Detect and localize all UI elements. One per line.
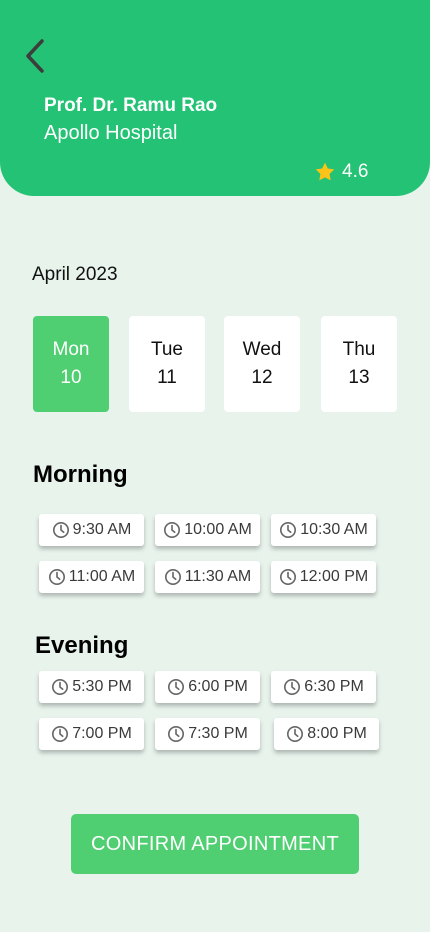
morning-title: Morning — [33, 461, 128, 488]
rating: 4.6 — [314, 161, 368, 183]
clock-icon — [52, 725, 69, 743]
slot-time: 12:00 PM — [299, 568, 369, 585]
clock-icon — [280, 521, 297, 539]
time-slot-evening-5[interactable]: 7:30 PM — [155, 718, 260, 750]
clock-icon — [52, 521, 69, 539]
clock-icon — [287, 725, 304, 743]
date-card-wed[interactable]: Wed 12 — [224, 316, 300, 412]
doctor-header: Prof. Dr. Ramu Rao Apollo Hospital 4.6 — [0, 0, 430, 196]
clock-icon — [164, 568, 181, 586]
date-number: 11 — [157, 367, 177, 388]
time-slot-morning-3[interactable]: 10:30 AM — [271, 514, 376, 546]
time-slot-evening-2[interactable]: 6:00 PM — [155, 671, 260, 703]
slot-time: 11:30 AM — [184, 568, 252, 585]
time-slot-morning-1[interactable]: 9:30 AM — [39, 514, 144, 546]
hospital-name: Apollo Hospital — [44, 122, 178, 144]
time-slot-morning-2[interactable]: 10:00 AM — [155, 514, 260, 546]
clock-icon — [52, 678, 69, 696]
evening-title: Evening — [35, 632, 129, 659]
slot-time: 6:00 PM — [188, 678, 248, 695]
slot-time: 9:30 AM — [72, 521, 132, 538]
clock-icon — [164, 521, 181, 539]
date-number: 12 — [251, 367, 273, 388]
slot-time: 10:00 AM — [184, 521, 252, 538]
confirm-appointment-button[interactable]: CONFIRM APPOINTMENT — [71, 814, 359, 874]
time-slot-evening-6[interactable]: 8:00 PM — [274, 718, 379, 750]
date-day: Wed — [242, 339, 282, 360]
clock-icon — [279, 568, 296, 586]
doctor-name: Prof. Dr. Ramu Rao — [44, 95, 218, 116]
time-slot-morning-5[interactable]: 11:30 AM — [155, 561, 260, 593]
slot-time: 7:30 PM — [188, 725, 248, 742]
date-card-mon[interactable]: Mon 10 — [33, 316, 109, 412]
clock-icon — [48, 568, 65, 586]
time-slot-evening-3[interactable]: 6:30 PM — [271, 671, 376, 703]
time-slot-evening-4[interactable]: 7:00 PM — [39, 718, 144, 750]
month-label: April 2023 — [32, 264, 118, 285]
time-slot-morning-4[interactable]: 11:00 AM — [39, 561, 144, 593]
slot-time: 5:30 PM — [72, 678, 132, 695]
slot-time: 8:00 PM — [307, 725, 367, 742]
slot-time: 10:30 AM — [300, 521, 368, 538]
time-slot-morning-6[interactable]: 12:00 PM — [271, 561, 376, 593]
rating-value: 4.6 — [342, 161, 369, 182]
time-slot-evening-1[interactable]: 5:30 PM — [39, 671, 144, 703]
clock-icon — [284, 678, 301, 696]
star-icon — [315, 162, 335, 181]
chevron-left-icon — [26, 39, 44, 73]
slot-time: 6:30 PM — [304, 678, 364, 695]
date-number: 13 — [348, 367, 370, 388]
clock-icon — [168, 678, 185, 696]
clock-icon — [168, 725, 185, 743]
back-button[interactable] — [18, 36, 52, 76]
date-day: Thu — [342, 339, 376, 360]
date-card-tue[interactable]: Tue 11 — [129, 316, 205, 412]
appointment-screen: Prof. Dr. Ramu Rao Apollo Hospital 4.6 A… — [0, 0, 430, 932]
date-number: 10 — [60, 367, 82, 388]
date-card-thu[interactable]: Thu 13 — [321, 316, 397, 412]
slot-time: 7:00 PM — [72, 725, 132, 742]
date-day: Mon — [52, 339, 90, 360]
date-day: Tue — [150, 339, 184, 360]
slot-time: 11:00 AM — [68, 568, 136, 585]
